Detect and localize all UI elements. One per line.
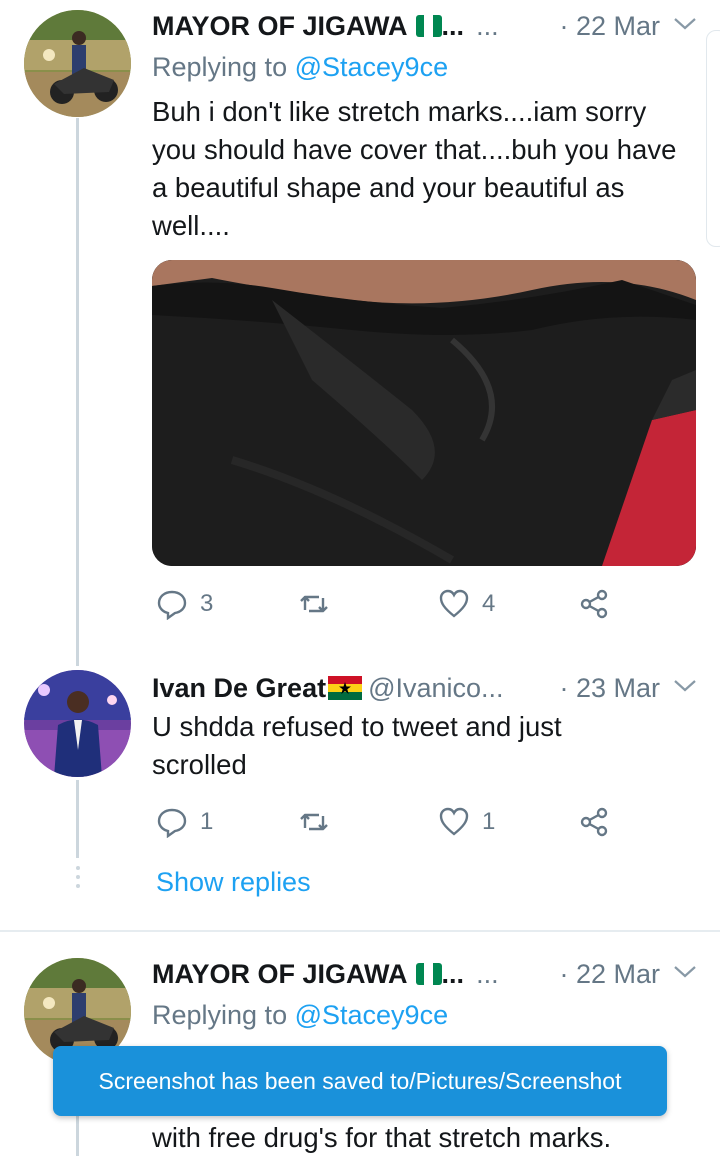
tweet-actions: 3 4 (152, 588, 622, 624)
chevron-down-icon[interactable] (672, 676, 698, 696)
nigeria-flag-icon (415, 15, 442, 37)
divider (0, 930, 720, 932)
thread-dots (74, 866, 81, 893)
avatar[interactable] (24, 10, 131, 117)
reply-button[interactable]: 3 (156, 588, 213, 620)
share-icon (580, 589, 608, 619)
name-truncation: ... (441, 10, 465, 41)
share-button[interactable] (578, 588, 610, 620)
chevron-down-icon[interactable] (672, 962, 698, 982)
screenshot-toast: Screenshot has been saved to/Pictures/Sc… (53, 1046, 667, 1116)
replying-to-label: Replying to (152, 52, 288, 82)
like-count: 4 (482, 590, 496, 617)
reply-count: 3 (200, 590, 214, 617)
handle-truncation: ... (476, 958, 499, 989)
heart-icon (439, 807, 469, 836)
mention-link[interactable]: @Stacey9ce (295, 52, 448, 82)
reply-icon (157, 808, 187, 838)
avatar[interactable] (24, 670, 131, 777)
scroll-edge (706, 30, 720, 247)
retweet-button[interactable] (298, 806, 342, 838)
author-name[interactable]: MAYOR OF JIGAWA (152, 11, 408, 42)
retweet-icon (300, 595, 328, 613)
author-name[interactable]: Ivan De Great (152, 673, 326, 704)
tweet-date[interactable]: · 23 Mar (559, 673, 660, 704)
mention-link[interactable]: @Stacey9ce (295, 1000, 448, 1030)
like-button[interactable]: 1 (438, 806, 495, 838)
tweet-header: MAYOR OF JIGAWA ... ... · 22 Mar (152, 6, 710, 46)
share-icon (580, 807, 608, 837)
like-count: 1 (482, 808, 496, 835)
tweet-header: Ivan De Great @Ivanico... · 23 Mar (152, 668, 710, 708)
retweet-icon (300, 813, 328, 831)
nigeria-flag-icon (415, 963, 442, 985)
reply-button[interactable]: 1 (156, 806, 213, 838)
chevron-down-icon[interactable] (672, 14, 698, 34)
author-handle[interactable]: @Ivanico... (368, 673, 503, 704)
like-button[interactable]: 4 (438, 588, 495, 620)
share-button[interactable] (578, 806, 610, 838)
replying-to-label: Replying to (152, 1000, 288, 1030)
reply-icon (157, 590, 187, 620)
reply-count: 1 (200, 808, 214, 835)
replying-to: Replying to @Stacey9ce (152, 52, 448, 83)
tweet-date[interactable]: · 22 Mar (559, 959, 660, 990)
replying-to: Replying to @Stacey9ce (152, 1000, 448, 1031)
tweet-media[interactable] (152, 260, 696, 566)
tweet-header: MAYOR OF JIGAWA ... ... · 22 Mar (152, 954, 710, 994)
name-truncation: ... (441, 958, 465, 989)
tweet-text: U shdda refused to tweet and just scroll… (152, 711, 562, 780)
ghana-flag-icon (328, 676, 363, 700)
author-name[interactable]: MAYOR OF JIGAWA (152, 959, 408, 990)
tweet-date[interactable]: · 22 Mar (559, 11, 660, 42)
tweet-text: Buh i don't like stretch marks....iam so… (152, 96, 677, 241)
tweet-actions: 1 1 (152, 806, 622, 842)
thread-line (76, 780, 79, 858)
show-replies-link[interactable]: Show replies (156, 867, 311, 898)
heart-icon (439, 589, 469, 618)
thread-line (76, 118, 79, 666)
retweet-button[interactable] (298, 588, 342, 620)
handle-truncation: ... (476, 10, 499, 41)
